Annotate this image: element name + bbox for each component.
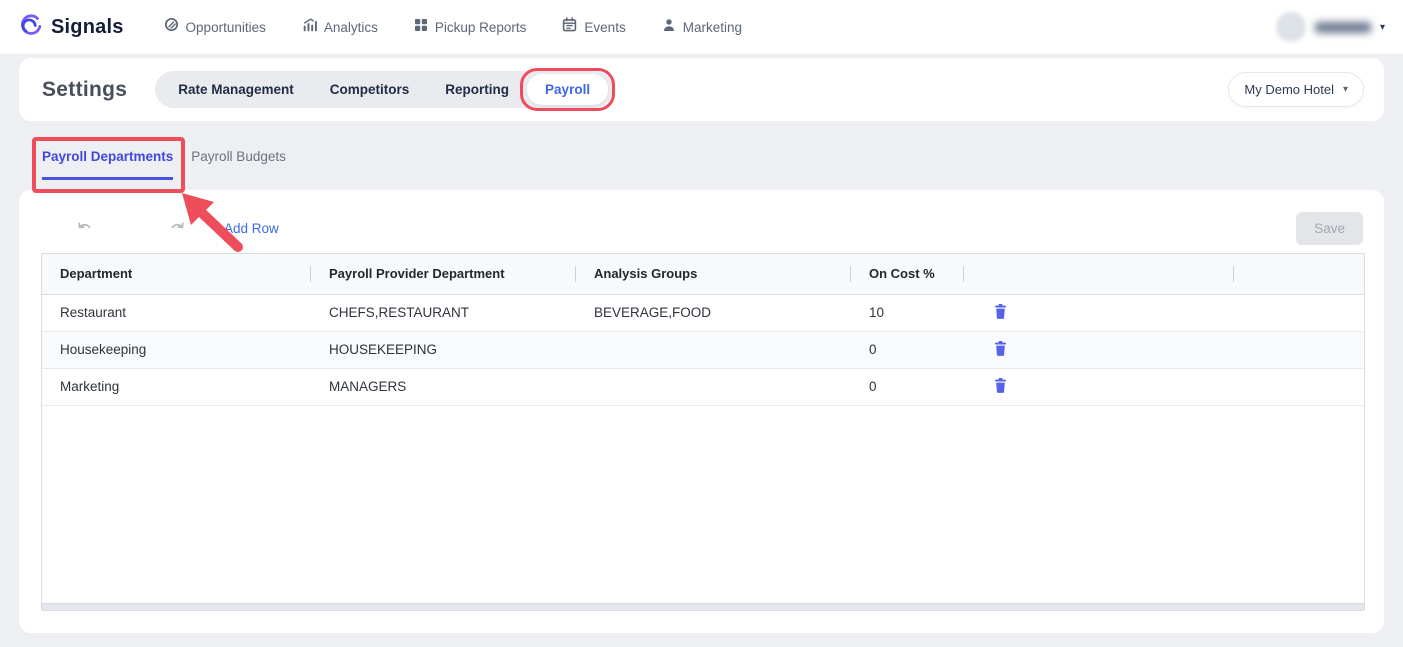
tab-payroll[interactable]: Payroll xyxy=(527,74,608,105)
analytics-icon xyxy=(302,17,317,37)
tab-reporting[interactable]: Reporting xyxy=(427,74,527,105)
redo-button[interactable] xyxy=(168,221,186,235)
nav-label: Pickup Reports xyxy=(435,20,527,35)
nav-label: Events xyxy=(584,20,625,35)
user-name-redacted xyxy=(1315,22,1371,33)
tab-competitors[interactable]: Competitors xyxy=(312,74,428,105)
brand-name: Signals xyxy=(51,16,124,39)
nav-item-analytics[interactable]: Analytics xyxy=(302,17,378,37)
user-menu[interactable]: ▾ xyxy=(1276,12,1385,42)
delete-row-button[interactable] xyxy=(994,304,1007,319)
col-header-department[interactable]: Department xyxy=(42,254,311,294)
content-panel: Add Row Save Department Payroll Provider… xyxy=(19,190,1384,633)
undo-icon xyxy=(76,223,94,238)
cell-provider[interactable]: CHEFS,RESTAURANT xyxy=(311,294,576,331)
settings-tabs: Rate Management Competitors Reporting Pa… xyxy=(155,71,613,108)
table-row: Marketing MANAGERS 0 xyxy=(42,368,1364,405)
cell-empty xyxy=(1234,294,1364,331)
subtab-label: Payroll Budgets xyxy=(191,149,286,164)
subtab-label: Payroll Departments xyxy=(42,149,173,164)
annotation-box-payroll-departments xyxy=(32,137,185,193)
table-row: Restaurant CHEFS,RESTAURANT BEVERAGE,FOO… xyxy=(42,294,1364,331)
grid-toolbar: Add Row Save xyxy=(19,210,1384,246)
nav-label: Analytics xyxy=(324,20,378,35)
redo-icon xyxy=(168,223,186,238)
opportunities-icon xyxy=(164,17,179,37)
subtab-payroll-budgets[interactable]: Payroll Budgets xyxy=(191,149,286,180)
tab-payroll-wrap: Payroll xyxy=(527,74,608,105)
cell-on-cost-pct[interactable]: 0 xyxy=(851,368,964,405)
chevron-down-icon: ▾ xyxy=(1343,84,1348,95)
cell-provider[interactable]: HOUSEKEEPING xyxy=(311,331,576,368)
col-header-actions xyxy=(964,254,1234,294)
payroll-subtabs: Payroll Departments Payroll Budgets xyxy=(42,149,286,180)
cell-on-cost-pct[interactable]: 0 xyxy=(851,331,964,368)
cell-empty xyxy=(1234,368,1364,405)
chevron-down-icon: ▾ xyxy=(1380,22,1385,33)
top-nav: Signals Opportunities xyxy=(0,0,1403,54)
nav-item-opportunities[interactable]: Opportunities xyxy=(164,17,266,37)
col-header-empty xyxy=(1234,254,1364,294)
table-row: Housekeeping HOUSEKEEPING 0 xyxy=(42,331,1364,368)
app-page: Signals Opportunities xyxy=(0,0,1403,647)
nav-item-events[interactable]: Events xyxy=(562,17,625,37)
settings-header-bar: Settings Rate Management Competitors Rep… xyxy=(19,58,1384,121)
col-header-on-cost-pct[interactable]: On Cost % xyxy=(851,254,964,294)
trash-icon xyxy=(994,307,1007,322)
property-selector[interactable]: My Demo Hotel ▾ xyxy=(1228,72,1364,107)
undo-button[interactable] xyxy=(76,221,94,235)
main-nav: Opportunities Analytics xyxy=(164,17,742,37)
pickup-reports-icon xyxy=(414,18,428,37)
nav-item-marketing[interactable]: Marketing xyxy=(662,18,742,37)
trash-icon xyxy=(994,381,1007,396)
property-selector-label: My Demo Hotel xyxy=(1244,82,1334,97)
col-header-analysis-groups[interactable]: Analysis Groups xyxy=(576,254,851,294)
horizontal-scrollbar[interactable] xyxy=(42,603,1364,610)
table-header-row: Department Payroll Provider Department A… xyxy=(42,254,1364,294)
payroll-departments-table: Department Payroll Provider Department A… xyxy=(41,253,1365,611)
avatar xyxy=(1276,12,1306,42)
cell-provider[interactable]: MANAGERS xyxy=(311,368,576,405)
cell-department[interactable]: Restaurant xyxy=(42,294,311,331)
col-header-payroll-provider-department[interactable]: Payroll Provider Department xyxy=(311,254,576,294)
events-icon xyxy=(562,17,577,37)
page-title: Settings xyxy=(42,78,127,102)
nav-item-pickup-reports[interactable]: Pickup Reports xyxy=(414,18,527,37)
cell-analysis-groups[interactable]: BEVERAGE,FOOD xyxy=(576,294,851,331)
nav-label: Marketing xyxy=(683,20,742,35)
trash-icon xyxy=(994,344,1007,359)
marketing-icon xyxy=(662,18,676,37)
cell-analysis-groups[interactable] xyxy=(576,368,851,405)
delete-row-button[interactable] xyxy=(994,341,1007,356)
cell-department[interactable]: Marketing xyxy=(42,368,311,405)
cell-analysis-groups[interactable] xyxy=(576,331,851,368)
nav-label: Opportunities xyxy=(186,20,266,35)
tab-rate-management[interactable]: Rate Management xyxy=(160,74,312,105)
brand-logo[interactable]: Signals xyxy=(18,12,124,43)
cell-department[interactable]: Housekeeping xyxy=(42,331,311,368)
subtab-payroll-departments[interactable]: Payroll Departments xyxy=(42,149,173,180)
signals-logo-icon xyxy=(18,12,44,43)
add-row-button[interactable]: Add Row xyxy=(224,221,279,236)
save-button[interactable]: Save xyxy=(1296,212,1363,245)
cell-on-cost-pct[interactable]: 10 xyxy=(851,294,964,331)
cell-empty xyxy=(1234,331,1364,368)
delete-row-button[interactable] xyxy=(994,378,1007,393)
